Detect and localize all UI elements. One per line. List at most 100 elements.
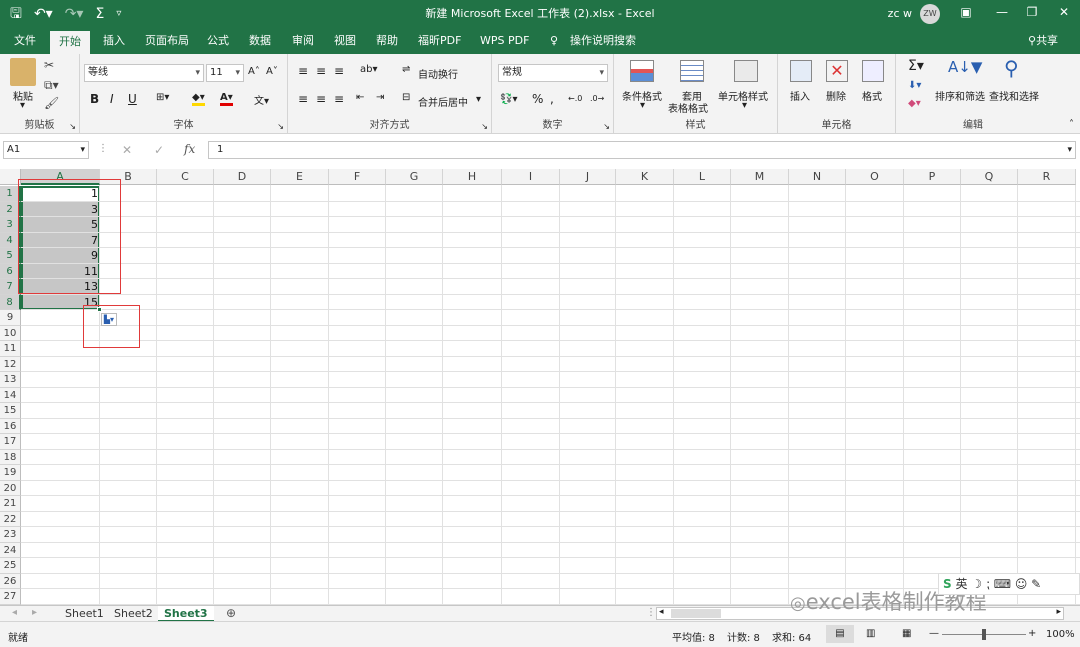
conditional-format-icon[interactable] — [630, 60, 654, 82]
font-size-select[interactable]: 11 ▾ — [206, 64, 244, 82]
row-header-11[interactable]: 11 — [0, 341, 21, 357]
tab-view[interactable]: 视图 — [334, 33, 356, 49]
tab-formulas[interactable]: 公式 — [207, 33, 229, 49]
row-header-17[interactable]: 17 — [0, 434, 21, 450]
row-header-16[interactable]: 16 — [0, 418, 21, 434]
fill-icon[interactable]: ⬇▾ — [908, 80, 921, 91]
sheet-tab[interactable]: Sheet1 — [65, 606, 104, 622]
tab-review[interactable]: 审阅 — [292, 33, 314, 49]
conditional-format-dropdown-icon[interactable]: ▾ — [640, 100, 645, 111]
row-header-8[interactable]: 8 — [0, 294, 21, 310]
italic-button[interactable]: I — [110, 92, 114, 106]
tab-insert[interactable]: 插入 — [103, 33, 125, 49]
tab-data[interactable]: 数据 — [249, 33, 271, 49]
align-center-icon[interactable]: ≡ — [316, 92, 326, 106]
tab-home[interactable]: 开始 — [50, 31, 90, 54]
increase-font-icon[interactable]: A˄ — [248, 66, 260, 77]
copy-icon[interactable]: ⧉▾ — [44, 78, 59, 93]
align-top-icon[interactable]: ≡ — [298, 64, 308, 78]
format-table-icon[interactable] — [680, 60, 704, 82]
sort-filter-button[interactable]: 排序和筛选 — [935, 88, 985, 103]
tell-me-search[interactable]: 操作说明搜索 — [570, 33, 636, 49]
restore-icon[interactable]: ❐ — [1022, 5, 1042, 19]
column-header-k[interactable]: K — [616, 169, 674, 185]
cell-styles-icon[interactable] — [734, 60, 758, 82]
align-right-icon[interactable]: ≡ — [334, 92, 344, 106]
underline-button[interactable]: U — [128, 92, 137, 106]
enter-icon[interactable]: ✓ — [154, 143, 164, 157]
row-header-13[interactable]: 13 — [0, 372, 21, 388]
zoom-level[interactable]: 100% — [1046, 629, 1075, 640]
worksheet-grid[interactable]: A B C D E F G H I J K L M N O P Q R 1 2 3 4 5 6 7 8 9 10 11 12 13 14 15 1… — [0, 169, 1080, 605]
name-box[interactable]: A1 ▾ — [3, 141, 89, 159]
wrap-text-button[interactable]: 自动换行 — [418, 66, 458, 81]
column-header-p[interactable]: P — [904, 169, 961, 185]
user-name[interactable]: zc w — [888, 7, 912, 20]
minimize-icon[interactable]: — — [992, 5, 1012, 19]
column-header-e[interactable]: E — [271, 169, 329, 185]
format-painter-icon[interactable]: 🖌 — [44, 96, 59, 110]
merge-icon[interactable]: ⊟ — [402, 92, 410, 103]
tab-help[interactable]: 帮助 — [376, 33, 398, 49]
row-header-23[interactable]: 23 — [0, 527, 21, 543]
expand-formula-icon[interactable]: ▾ — [1067, 142, 1072, 158]
row-header-10[interactable]: 10 — [0, 325, 21, 341]
paste-icon[interactable] — [10, 58, 36, 86]
wrap-text-icon[interactable]: ⇌ — [402, 64, 410, 75]
row-header-20[interactable]: 20 — [0, 480, 21, 496]
row-header-24[interactable]: 24 — [0, 542, 21, 558]
close-icon[interactable]: ✕ — [1054, 5, 1074, 19]
cancel-icon[interactable]: ✕ — [122, 143, 132, 157]
decrease-font-icon[interactable]: A˅ — [266, 66, 278, 77]
row-header-26[interactable]: 26 — [0, 573, 21, 589]
sort-filter-icon[interactable]: A↓▼ — [948, 58, 982, 76]
ime-logo-icon[interactable]: S — [943, 577, 952, 591]
column-header-r[interactable]: R — [1018, 169, 1076, 185]
row-header-25[interactable]: 25 — [0, 558, 21, 574]
percent-button[interactable]: % — [532, 92, 543, 106]
increase-decimal-icon[interactable]: ←.0 — [568, 94, 582, 103]
zoom-out-icon[interactable]: — — [929, 628, 939, 639]
tab-page-layout[interactable]: 页面布局 — [145, 33, 189, 49]
cut-icon[interactable]: ✂ — [44, 58, 54, 72]
decrease-decimal-icon[interactable]: .0→ — [590, 94, 604, 103]
row-header-18[interactable]: 18 — [0, 449, 21, 465]
column-header-i[interactable]: I — [502, 169, 560, 185]
formula-input[interactable]: 1 ▾ — [208, 141, 1076, 159]
row-header-9[interactable]: 9 — [0, 310, 21, 326]
align-left-icon[interactable]: ≡ — [298, 92, 308, 106]
format-cells-icon[interactable] — [862, 60, 884, 82]
tab-file[interactable]: 文件 — [14, 33, 36, 49]
comma-button[interactable]: , — [550, 92, 554, 106]
decrease-indent-icon[interactable]: ⇤ — [356, 92, 364, 103]
currency-icon[interactable]: 💱▾ — [500, 94, 517, 105]
column-header-f[interactable]: F — [329, 169, 386, 185]
bold-button[interactable]: B — [90, 92, 99, 106]
page-layout-view-icon[interactable]: ▥ — [866, 628, 875, 639]
row-header-12[interactable]: 12 — [0, 356, 21, 372]
delete-cells-button[interactable]: 删除 — [826, 88, 846, 103]
column-header-o[interactable]: O — [846, 169, 904, 185]
column-header-h[interactable]: H — [443, 169, 502, 185]
merge-dropdown-icon[interactable]: ▾ — [476, 94, 481, 105]
column-header-m[interactable]: M — [731, 169, 789, 185]
increase-indent-icon[interactable]: ⇥ — [376, 92, 384, 103]
ribbon-display-icon[interactable]: ▣ — [956, 5, 976, 19]
phonetic-icon[interactable]: 文▾ — [254, 92, 269, 107]
row-header-27[interactable]: 27 — [0, 589, 21, 605]
delete-cells-icon[interactable]: ✕ — [826, 60, 848, 82]
scroll-first-sheet-icon[interactable]: ◂ — [12, 607, 17, 618]
clear-icon[interactable]: ◆▾ — [908, 98, 921, 109]
add-sheet-icon[interactable]: ⊕ — [226, 606, 236, 620]
tab-wps-pdf[interactable]: WPS PDF — [480, 33, 529, 49]
row-header-22[interactable]: 22 — [0, 511, 21, 527]
column-header-c[interactable]: C — [157, 169, 214, 185]
zoom-in-icon[interactable]: + — [1028, 628, 1036, 639]
share-button[interactable]: ⚲共享 — [1028, 33, 1058, 49]
cell-styles-dropdown-icon[interactable]: ▾ — [742, 100, 747, 111]
row-header-15[interactable]: 15 — [0, 403, 21, 419]
zoom-slider-thumb[interactable] — [982, 629, 986, 640]
alignment-launcher-icon[interactable]: ↘ — [481, 122, 488, 131]
font-launcher-icon[interactable]: ↘ — [277, 122, 284, 131]
column-header-g[interactable]: G — [386, 169, 443, 185]
